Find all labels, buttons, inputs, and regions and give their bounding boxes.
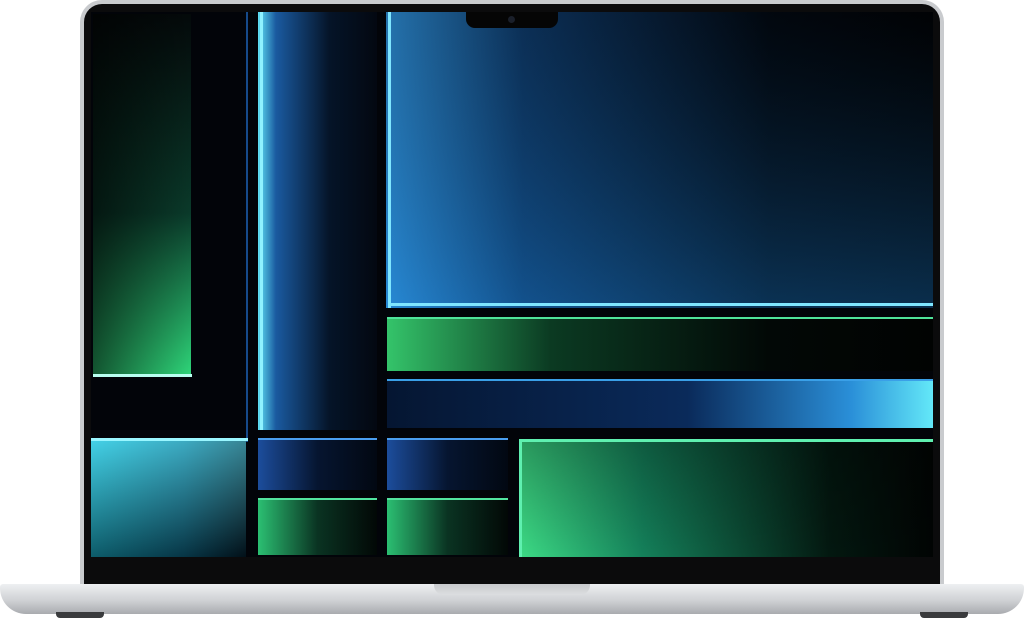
panel-large-bottom-edge <box>388 303 933 306</box>
glow-line-vertical <box>246 12 248 442</box>
panel-bottom-left-edge <box>91 438 248 441</box>
panel-column-blue <box>258 12 377 430</box>
panel-column-edge <box>260 12 263 430</box>
bar-blue <box>387 379 933 428</box>
camera-icon <box>508 16 515 23</box>
abstract-wallpaper <box>91 12 933 557</box>
panel-large-left-edge <box>388 12 391 308</box>
bar-green-edge <box>387 317 933 319</box>
screen-chin <box>84 557 940 586</box>
panel-bottom-right-left-edge <box>519 439 522 557</box>
bar-green <box>387 317 933 371</box>
panel-left-tall-edge <box>93 374 192 377</box>
block-small-2 <box>387 438 508 490</box>
panel-bottom-right-edge <box>519 439 933 442</box>
panel-bottom-right-shade <box>519 439 933 557</box>
display-screen <box>91 12 933 557</box>
bar-blue-edge <box>387 379 933 381</box>
lid-opening-notch <box>434 584 590 595</box>
laptop-foot-left <box>56 612 104 618</box>
block-small-4-edge <box>387 498 508 500</box>
panel-left-tall-shade <box>93 14 191 376</box>
panel-bottom-left-shade <box>91 438 246 557</box>
block-small-3-edge <box>258 498 377 500</box>
block-small-2-edge <box>387 438 508 440</box>
block-small-1-edge <box>258 438 377 440</box>
laptop-foot-right <box>920 612 968 618</box>
block-small-1 <box>258 438 377 490</box>
panel-large-blue-tint <box>386 12 933 308</box>
block-small-4 <box>387 498 508 555</box>
block-small-3 <box>258 498 377 555</box>
